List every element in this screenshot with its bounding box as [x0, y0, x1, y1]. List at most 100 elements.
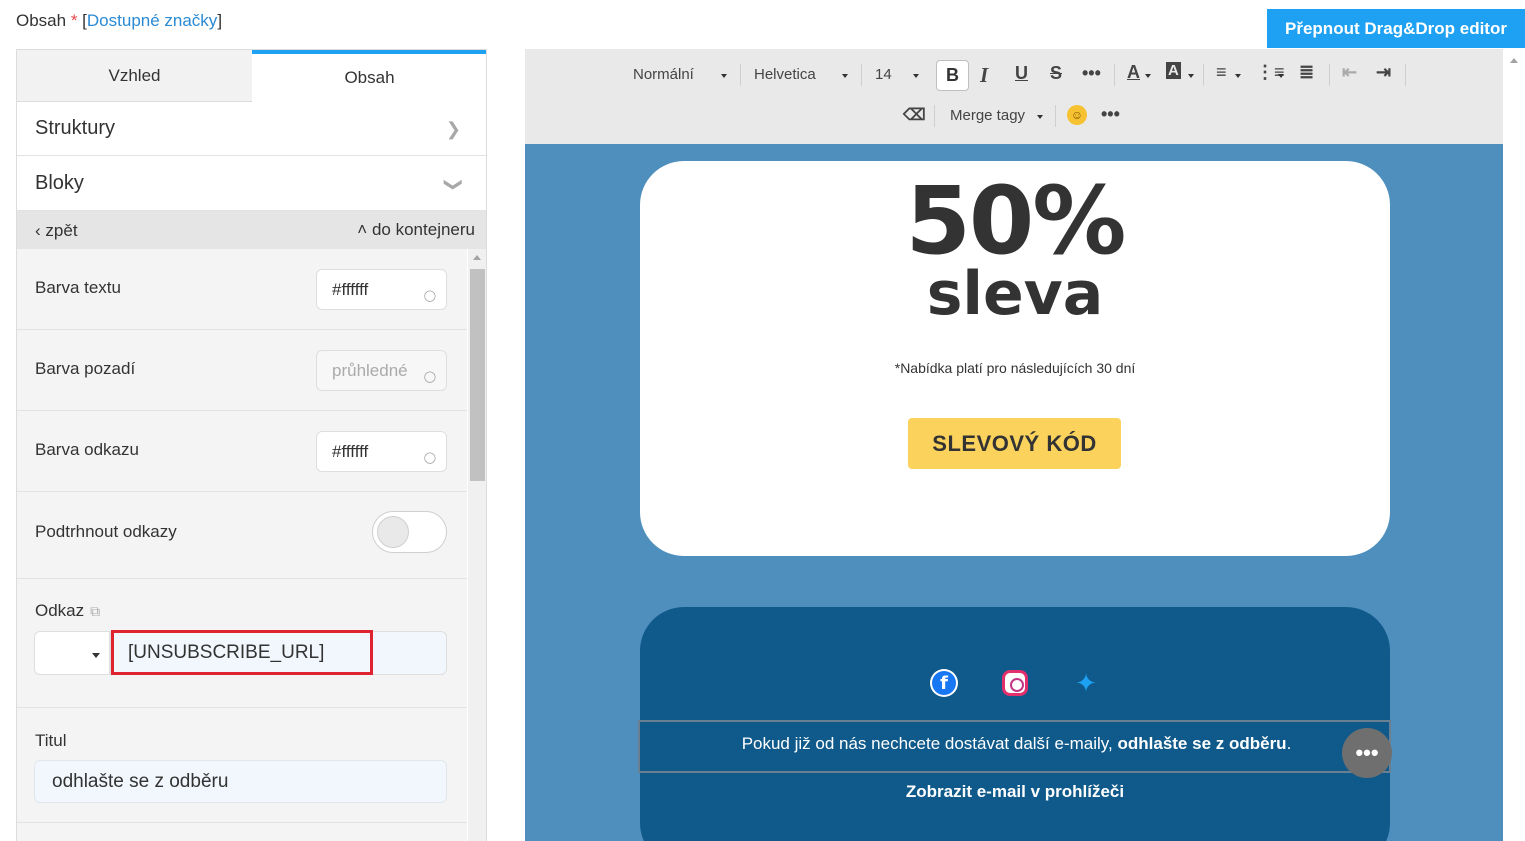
- offer-card: 50% sleva *Nabídka platí pro následující…: [640, 161, 1390, 556]
- block-nav: ‹ zpět ˄ do kontejneru: [17, 211, 486, 249]
- chevron-down-icon: ❯: [443, 176, 464, 193]
- link-type-select[interactable]: [34, 631, 110, 675]
- block-more-button[interactable]: •••: [1342, 728, 1392, 778]
- top-bar: Obsah * [Dostupné značky] Přepnout Drag&…: [0, 0, 1525, 48]
- switch-dragdrop-button[interactable]: Přepnout Drag&Drop editor: [1267, 9, 1525, 48]
- to-container-label: do kontejneru: [371, 220, 475, 239]
- unsubscribe-link[interactable]: odhlašte se z odběru: [1117, 734, 1286, 753]
- bg-color-row: Barva pozadí průhledné ◯: [17, 330, 467, 411]
- align-icon[interactable]: ≡: [1216, 62, 1227, 83]
- bold-button[interactable]: B: [936, 60, 969, 91]
- underline-label: Podtrhnout odkazy: [35, 522, 177, 541]
- rich-text-toolbar: Normální Helvetica 14 B I U S ••• A A ≡ …: [525, 49, 1503, 144]
- bg-color-value: průhledné: [332, 360, 408, 380]
- emoji-icon[interactable]: ☺: [1067, 105, 1087, 125]
- underline-toggle[interactable]: [372, 511, 447, 553]
- caret-down-icon: [913, 74, 919, 78]
- settings-panel: Vzhled Obsah Struktury ❯ Bloky ❯ ‹ zpět …: [16, 49, 487, 841]
- link-color-value: #ffffff: [332, 441, 369, 461]
- email-canvas: 50% sleva *Nabídka platí pro následující…: [525, 144, 1503, 841]
- italic-button[interactable]: I: [980, 63, 988, 88]
- separator: [1329, 64, 1330, 86]
- clear-format-icon[interactable]: ⌫: [903, 105, 926, 125]
- unsubscribe-text: Pokud již od nás nechcete dostávat další…: [640, 734, 1393, 754]
- chevron-up-icon: ˄: [357, 220, 368, 239]
- available-tags-link[interactable]: Dostupné značky: [87, 11, 217, 30]
- content-label: Obsah * [Dostupné značky]: [16, 11, 223, 30]
- discount-code-button[interactable]: SLEVOVÝ KÓD: [908, 418, 1121, 469]
- unsubscribe-block[interactable]: Pokud již od nás nechcete dostávat další…: [638, 720, 1393, 778]
- text-color-row: Barva textu #ffffff ◯: [17, 249, 467, 330]
- merge-tags-label: Merge tagy: [950, 107, 1026, 124]
- font-size-select[interactable]: 14: [875, 66, 892, 83]
- properties-list: Barva textu #ffffff ◯ Barva pozadí průhl…: [17, 249, 467, 841]
- title-label: Titul: [35, 731, 67, 750]
- scrollbar-thumb[interactable]: [470, 269, 485, 481]
- bg-color-input[interactable]: průhledné ◯: [316, 350, 447, 391]
- section-blocks[interactable]: Bloky ❯: [17, 157, 486, 211]
- email-editor: Normální Helvetica 14 B I U S ••• A A ≡ …: [525, 49, 1503, 841]
- separator: [1203, 64, 1204, 86]
- text-color-icon[interactable]: A: [1127, 62, 1140, 83]
- link-url-input[interactable]: [UNSUBSCRIBE_URL]: [110, 631, 447, 675]
- view-in-browser-link[interactable]: Zobrazit e-mail v prohlížeči: [640, 782, 1390, 802]
- more-formatting-icon[interactable]: •••: [1082, 63, 1101, 84]
- caret-down-icon: [842, 74, 848, 78]
- copy-icon[interactable]: ⧉: [90, 603, 100, 619]
- caret-down-icon: [1188, 74, 1194, 78]
- link-color-input[interactable]: #ffffff ◯: [316, 431, 447, 472]
- font-size-value: 14: [875, 66, 892, 83]
- unsubscribe-suffix: .: [1286, 734, 1292, 753]
- highlight-color-icon[interactable]: A: [1166, 62, 1181, 79]
- link-color-label: Barva odkazu: [35, 440, 139, 459]
- tab-content[interactable]: Obsah: [252, 50, 486, 102]
- section-structures[interactable]: Struktury ❯: [17, 102, 486, 156]
- unsubscribe-prefix: Pokud již od nás nechcete dostávat další…: [741, 734, 1113, 753]
- back-label: zpět: [45, 221, 78, 240]
- paragraph-style-value: Normální: [633, 66, 694, 83]
- scroll-up-icon[interactable]: [473, 255, 481, 260]
- bullet-list-icon[interactable]: ⋮≡: [1256, 62, 1285, 83]
- separator: [1114, 64, 1115, 86]
- separator: [934, 105, 935, 127]
- section-structures-label: Struktury: [35, 117, 116, 139]
- outdent-icon[interactable]: ⇤: [1342, 62, 1357, 83]
- caret-down-icon: [1278, 74, 1284, 78]
- strikethrough-button[interactable]: S: [1050, 63, 1062, 84]
- indent-icon[interactable]: ⇥: [1376, 62, 1391, 83]
- paragraph-style-select[interactable]: Normální: [633, 66, 694, 83]
- discount-subheadline[interactable]: sleva: [640, 259, 1390, 329]
- link-row: Odkaz ⧉ [UNSUBSCRIBE_URL]: [17, 579, 467, 708]
- font-family-select[interactable]: Helvetica: [754, 66, 816, 83]
- text-color-label: Barva textu: [35, 278, 121, 297]
- caret-down-icon: [1145, 74, 1151, 78]
- merge-tags-select[interactable]: Merge tagy: [950, 107, 1025, 124]
- separator: [740, 64, 741, 86]
- separator: [1055, 105, 1056, 127]
- caret-down-icon: [1037, 115, 1043, 119]
- link-field: [UNSUBSCRIBE_URL]: [34, 630, 447, 675]
- instagram-icon[interactable]: [1001, 669, 1029, 697]
- to-container-link[interactable]: ˄ do kontejneru: [357, 220, 475, 240]
- twitter-icon[interactable]: ✦: [1072, 668, 1100, 698]
- text-color-input[interactable]: #ffffff ◯: [316, 269, 447, 310]
- facebook-icon[interactable]: f: [930, 669, 958, 697]
- line-height-icon[interactable]: ≣: [1299, 62, 1314, 83]
- separator: [1405, 64, 1406, 86]
- underline-button[interactable]: U: [1015, 63, 1028, 84]
- text-color-value: #ffffff: [332, 279, 369, 299]
- tab-appearance[interactable]: Vzhled: [17, 50, 252, 102]
- caret-down-icon: [92, 653, 100, 658]
- title-input[interactable]: odhlašte se z odběru: [34, 760, 447, 803]
- more-options-icon[interactable]: •••: [1101, 104, 1120, 125]
- panel-scrollbar[interactable]: [468, 249, 486, 841]
- page-scrollbar[interactable]: [1503, 49, 1525, 841]
- tab-bar: Vzhled Obsah: [17, 50, 486, 102]
- font-family-value: Helvetica: [754, 66, 816, 83]
- caret-down-icon: [721, 74, 727, 78]
- footer-card: f ✦ Pokud již od nás nechcete dostávat d…: [638, 607, 1393, 841]
- back-link[interactable]: ‹ zpět: [35, 221, 78, 241]
- offer-note[interactable]: *Nabídka platí pro následujících 30 dní: [640, 360, 1390, 376]
- scroll-up-icon[interactable]: [1510, 58, 1518, 63]
- underline-row: Podtrhnout odkazy: [17, 492, 467, 579]
